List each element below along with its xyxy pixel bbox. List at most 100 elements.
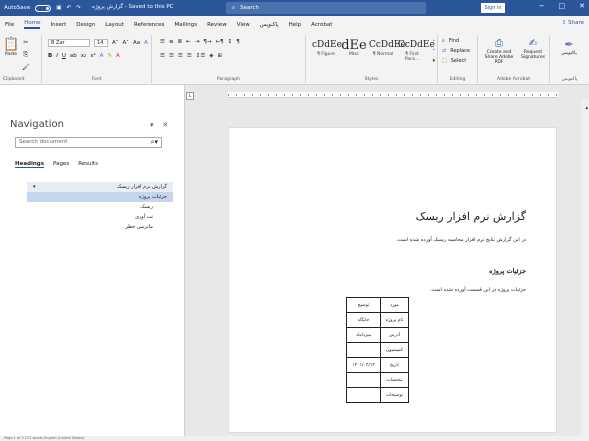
style-misc[interactable]: dEe Misc [340,39,368,57]
ltr-icon[interactable]: ¶→ [203,39,211,45]
borders-icon[interactable]: ⊞ [218,53,223,59]
style-preview: cDdEe [312,40,342,50]
clipboard-label: Clipboard [3,77,25,82]
undo-icon[interactable]: ↶ [66,5,71,11]
collapse-icon[interactable]: ▾ [33,184,36,190]
vertical-scrollbar[interactable] [581,99,589,436]
nav-title: Navigation [10,119,64,130]
nav-heading-item[interactable]: جزئیات پروژه [27,192,173,202]
create-pdf-icon: ⎙ [495,38,503,49]
sign-in-button[interactable]: Sign in [481,3,505,13]
request-signatures-button[interactable]: ✍ Request Signatures [518,38,548,60]
tab-review[interactable]: Review [207,22,227,28]
tab-home[interactable]: Home [24,20,41,29]
nav-close-icon[interactable]: ✕ [162,121,168,129]
style-first-para[interactable]: CcDdEe ¶ First Para... [398,39,435,62]
horizontal-ruler[interactable] [228,92,558,98]
close-button[interactable]: ✕ [579,2,585,10]
nav-heading-item[interactable]: ریسک [27,202,173,212]
text-effects-icon[interactable]: A [100,53,104,59]
nav-heading-item[interactable]: ماتریس خطر [27,222,173,232]
editing-label: Editing [449,77,466,82]
tab-results[interactable]: Results [78,161,98,168]
document-page[interactable]: گزارش نرم افزار ریسک در این گزارش نتایج … [228,127,557,433]
font-color-icon[interactable]: A [116,53,120,59]
styles-scroll[interactable]: ˄ ˅ ▾ [432,39,435,66]
shading-icon[interactable]: ◈ [209,53,213,59]
tab-design[interactable]: Design [76,22,95,28]
tab-pages[interactable]: Pages [53,161,69,168]
minimize-button[interactable]: − [539,2,545,10]
tab-references[interactable]: References [134,22,165,28]
tab-layout[interactable]: Layout [105,22,124,28]
increase-indent-icon[interactable]: ⇥ [195,39,200,45]
tab-file[interactable]: File [5,22,14,28]
tab-acrobat[interactable]: Acrobat [311,22,332,28]
select-button[interactable]: ⬚ Select [442,58,466,64]
tab-help[interactable]: Help [289,22,302,28]
align-center-icon[interactable]: ☰ [169,53,174,59]
tab-view[interactable]: View [237,22,250,28]
grow-font-icon[interactable]: A˄ [112,40,119,46]
justify-icon[interactable]: ☰ [187,53,192,59]
maximize-button[interactable]: □ [559,2,566,10]
paste-button[interactable]: 📋 Paste [3,38,19,58]
numbering-icon[interactable]: ≡ [169,39,174,45]
bold-icon[interactable]: B [48,53,52,59]
underline-icon[interactable]: U [62,53,66,59]
shrink-font-icon[interactable]: A˅ [123,40,130,46]
section-text: جزئیات پروژه در این قسمت آورده شده است. [429,287,526,293]
nav-controls: ▾ ✕ [150,121,168,129]
style-figure[interactable]: cDdEe ¶ Figure [312,39,342,57]
scroll-up-icon[interactable]: ▴ [585,105,588,111]
tab-mailings[interactable]: Mailings [175,22,198,28]
highlight-icon[interactable]: ✎ [107,53,112,59]
find-button[interactable]: ⌕ Find [442,38,459,44]
tab-headings[interactable]: Headings [15,161,44,168]
superscript-icon[interactable]: x² [90,53,95,59]
clear-format-icon[interactable]: A [144,40,148,46]
save-icon[interactable]: ▣ [56,5,61,11]
change-case-icon[interactable]: Aa [133,40,140,46]
redo-icon[interactable]: ↷ [76,5,81,11]
search-box[interactable]: ⌕ Search [226,2,426,14]
table-cell: جایگاه [346,312,381,328]
align-right-icon[interactable]: ☰ [178,53,183,59]
nav-heading-item[interactable]: ▾ گزارش نرم افزار ریسک [27,182,173,192]
tab-paknevis[interactable]: پاکنویس [260,22,279,28]
bullets-icon[interactable]: ☰ [160,39,165,45]
font-name-select[interactable]: B Zar [48,39,90,47]
search-icon[interactable]: ⌕▾ [151,138,158,147]
share-button[interactable]: ⇪ Share [562,20,584,26]
tab-insert[interactable]: Insert [50,22,66,28]
rtl-icon[interactable]: ←¶ [215,39,223,45]
table-row: توضیحات [346,387,409,403]
paknevis-button[interactable]: ✒ پاکنویس [553,38,585,56]
format-painter-icon[interactable]: 🖌 [22,64,30,71]
font-size-select[interactable]: 14 [94,39,108,47]
autosave-label: AutoSave [4,5,31,11]
decrease-indent-icon[interactable]: ⇤ [186,39,191,45]
style-normal[interactable]: CcDdEe ¶ Normal [369,39,406,57]
cut-icon[interactable]: ✂ [23,39,28,46]
nav-menu-icon[interactable]: ▾ [150,121,154,129]
nav-heading-tree: ▾ گزارش نرم افزار ریسک جزئیات پروژه ریسک … [27,182,173,232]
nav-search-input[interactable]: Search document ⌕▾ [15,137,162,148]
copy-icon[interactable]: ⎘ [23,51,28,59]
create-pdf-label: Create and Share Adobe PDF [484,50,514,65]
status-bar: Page 1 of 3 217 words English (United St… [0,436,589,441]
autosave-toggle[interactable] [35,4,52,12]
align-left-icon[interactable]: ☰ [160,53,165,59]
tab-selector[interactable]: L [186,92,194,100]
nav-heading-item[interactable]: تب آوری [27,212,173,222]
italic-icon[interactable]: I [56,53,58,59]
line-spacing-icon[interactable]: ↕☰ [196,53,206,59]
multilevel-list-icon[interactable]: ≣ [178,39,183,45]
replace-button[interactable]: ⇄ Replace [442,48,470,54]
subscript-icon[interactable]: x₂ [81,53,86,59]
sort-icon[interactable]: ↕ [228,39,233,45]
pilcrow-icon[interactable]: ¶ [236,39,240,45]
create-pdf-button[interactable]: ⎙ Create and Share Adobe PDF [481,38,517,65]
strikethrough-icon[interactable]: ab [70,53,77,59]
table-cell: ۱۴۰۱/۰۳/۱۳ [346,357,381,373]
